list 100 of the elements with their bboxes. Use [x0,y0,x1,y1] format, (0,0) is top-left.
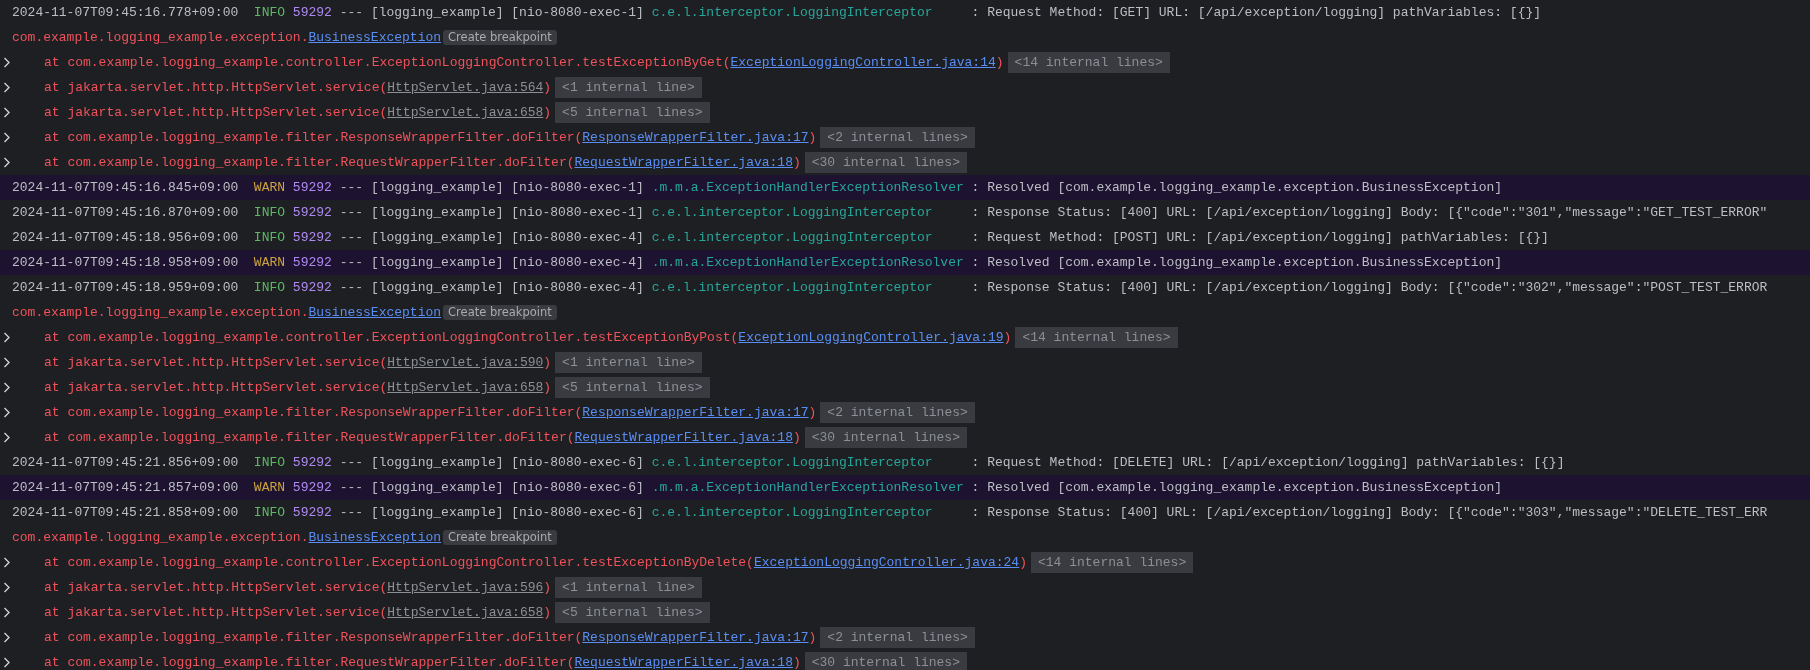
stack-frame-close: ) [543,578,552,597]
log-level: INFO [253,203,286,222]
log-app-name: [logging_example] [370,253,504,272]
stack-frame-close: ) [543,103,552,122]
internal-lines-toggle[interactable]: <2 internal lines> [820,402,975,423]
internal-lines-toggle[interactable]: <1 internal line> [555,77,702,98]
log-pid: 59292 [292,3,332,22]
log-logger: c.e.l.interceptor.LoggingInterceptor [651,228,933,247]
source-file-link[interactable]: HttpServlet.java:658 [387,102,544,123]
create-breakpoint-button[interactable]: Create breakpoint [443,305,557,320]
internal-lines-toggle[interactable]: <1 internal line> [555,577,702,598]
chevron-right-icon[interactable] [3,657,11,668]
exception-class-link[interactable]: BusinessException [308,527,442,548]
create-breakpoint-button[interactable]: Create breakpoint [443,30,557,45]
source-file-link[interactable]: RequestWrapperFilter.java:18 [574,152,793,173]
source-file-link[interactable]: HttpServlet.java:596 [387,577,544,598]
internal-lines-toggle[interactable]: <14 internal lines> [1031,552,1194,573]
source-file-link[interactable]: HttpServlet.java:658 [387,602,544,623]
source-file-link[interactable]: ResponseWrapperFilter.java:17 [582,127,809,148]
stack-frame-call: at com.example.logging_example.filter.ResponseWrapperFilter.doFilter( [44,128,583,147]
log-message: : Request Method: [DELETE] URL: [/api/exception/logging] pathVariables: [{}] [971,453,1565,472]
chevron-right-icon[interactable] [3,82,11,93]
log-thread: [nio-8080-exec-1] [511,178,644,197]
internal-lines-toggle[interactable]: <5 internal lines> [555,102,710,123]
stack-frame-close: ) [543,378,552,397]
stack-frame-call: at com.example.logging_example.filter.RequestWrapperFilter.doFilter( [44,653,575,670]
chevron-right-icon[interactable] [3,632,11,643]
chevron-right-icon[interactable] [3,582,11,593]
chevron-right-icon[interactable] [3,357,11,368]
internal-lines-toggle[interactable]: <5 internal lines> [555,377,710,398]
log-thread: [nio-8080-exec-4] [511,228,644,247]
chevron-right-icon[interactable] [3,107,11,118]
log-pid: 59292 [292,278,332,297]
log-level: WARN [253,478,286,497]
stack-frame-close: ) [1003,328,1012,347]
source-file-link[interactable]: ExceptionLoggingController.java:14 [730,52,996,73]
source-file-link[interactable]: ExceptionLoggingController.java:19 [738,327,1004,348]
internal-lines-toggle[interactable]: <30 internal lines> [804,152,967,173]
chevron-right-icon[interactable] [3,57,11,68]
chevron-right-icon[interactable] [3,332,11,343]
exception-class-link[interactable]: BusinessException [308,302,442,323]
chevron-right-icon[interactable] [3,432,11,443]
log-thread: [nio-8080-exec-4] [511,253,644,272]
source-file-link[interactable]: ResponseWrapperFilter.java:17 [582,627,809,648]
source-file-link[interactable]: RequestWrapperFilter.java:18 [574,652,793,670]
internal-lines-toggle[interactable]: <2 internal lines> [820,127,975,148]
stack-frame-close: ) [808,628,817,647]
exception-package: com.example.logging_example.exception. [12,528,309,547]
stack-frame-call: at com.example.logging_example.filter.RequestWrapperFilter.doFilter( [44,153,575,172]
source-file-link[interactable]: RequestWrapperFilter.java:18 [574,427,793,448]
log-logger: .m.m.a.ExceptionHandlerExceptionResolver [651,253,964,272]
stack-frame-call: at jakarta.servlet.http.HttpServlet.service( [44,603,388,622]
stack-frame-close: ) [792,653,801,670]
internal-lines-toggle[interactable]: <30 internal lines> [804,652,967,670]
log-timestamp: 2024-11-07T09:45:16.778+09:00 [12,3,239,22]
stack-frame-call: at jakarta.servlet.http.HttpServlet.service( [44,378,388,397]
log-separator: --- [339,478,364,497]
create-breakpoint-button[interactable]: Create breakpoint [443,530,557,545]
log-thread: [nio-8080-exec-4] [511,278,644,297]
log-thread: [nio-8080-exec-1] [511,203,644,222]
chevron-right-icon[interactable] [3,557,11,568]
log-separator: --- [339,3,364,22]
log-separator: --- [339,453,364,472]
source-file-link[interactable]: HttpServlet.java:564 [387,77,544,98]
log-message: : Response Status: [400] URL: [/api/exception/logging] Body: [{"code":"301","message":"GET_TEST_ERROR" [971,203,1768,222]
log-timestamp: 2024-11-07T09:45:21.856+09:00 [12,453,239,472]
log-separator: --- [339,253,364,272]
source-file-link[interactable]: HttpServlet.java:658 [387,377,544,398]
log-timestamp: 2024-11-07T09:45:18.956+09:00 [12,228,239,247]
log-app-name: [logging_example] [370,3,504,22]
log-message: : Request Method: [GET] URL: [/api/exception/logging] pathVariables: [{}] [971,3,1542,22]
log-pid: 59292 [292,478,332,497]
chevron-right-icon[interactable] [3,157,11,168]
internal-lines-toggle[interactable]: <2 internal lines> [820,627,975,648]
stack-frame-call: at com.example.logging_example.controller.ExceptionLoggingController.testExceptionByGet( [44,53,731,72]
stack-frame-close: ) [808,403,817,422]
source-file-link[interactable]: ResponseWrapperFilter.java:17 [582,402,809,423]
log-timestamp: 2024-11-07T09:45:21.857+09:00 [12,478,239,497]
internal-lines-toggle[interactable]: <30 internal lines> [804,427,967,448]
internal-lines-toggle[interactable]: <14 internal lines> [1007,52,1170,73]
stack-frame-close: ) [543,603,552,622]
log-app-name: [logging_example] [370,228,504,247]
chevron-right-icon[interactable] [3,382,11,393]
log-pid: 59292 [292,453,332,472]
source-file-link[interactable]: ExceptionLoggingController.java:24 [753,552,1020,573]
log-separator: --- [339,503,364,522]
log-level: WARN [253,253,286,272]
internal-lines-toggle[interactable]: <14 internal lines> [1015,327,1178,348]
chevron-right-icon[interactable] [3,132,11,143]
chevron-right-icon[interactable] [3,407,11,418]
log-separator: --- [339,203,364,222]
stack-frame-close: ) [995,53,1004,72]
internal-lines-toggle[interactable]: <5 internal lines> [555,602,710,623]
log-logger: c.e.l.interceptor.LoggingInterceptor [651,3,933,22]
source-file-link[interactable]: HttpServlet.java:590 [387,352,544,373]
chevron-right-icon[interactable] [3,607,11,618]
log-pid: 59292 [292,253,332,272]
internal-lines-toggle[interactable]: <1 internal line> [555,352,702,373]
exception-class-link[interactable]: BusinessException [308,27,442,48]
stack-frame-call: at com.example.logging_example.controller.ExceptionLoggingController.testExceptionByPost( [44,328,739,347]
